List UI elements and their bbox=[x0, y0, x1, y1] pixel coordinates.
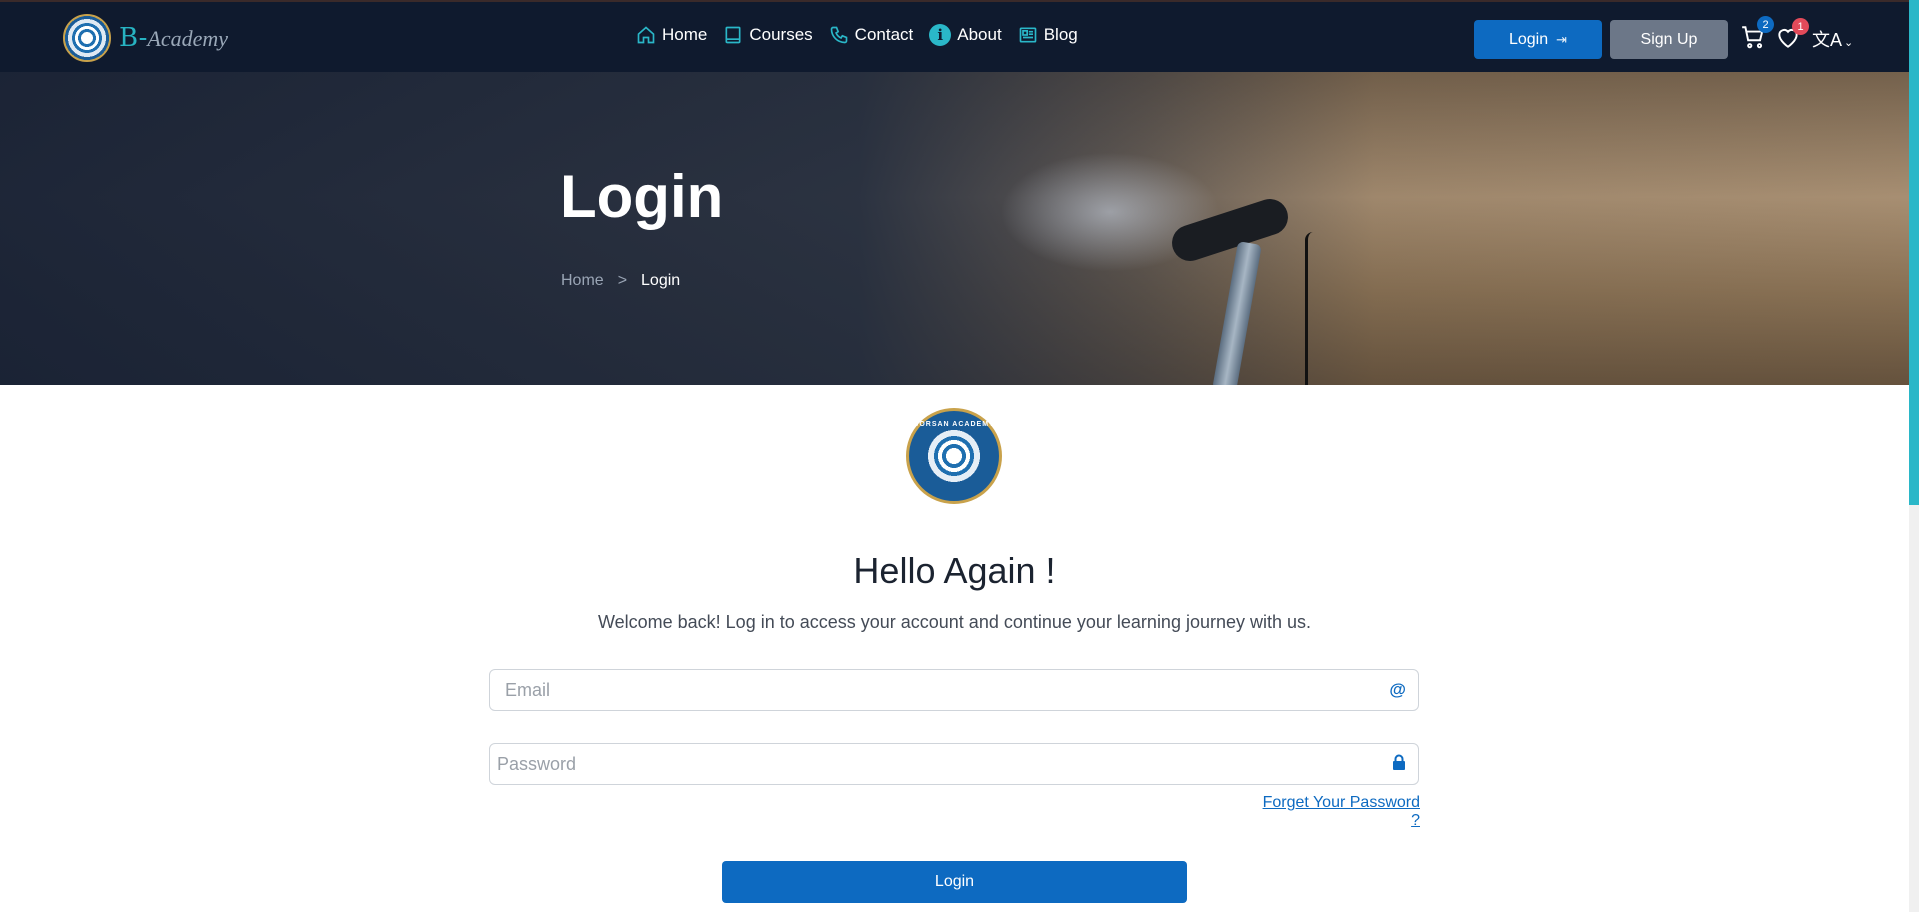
brand-logo[interactable] bbox=[63, 14, 111, 62]
academy-logo-text: BORSAN ACADEMY bbox=[913, 421, 995, 428]
chevron-down-icon: ⌄ bbox=[1844, 37, 1854, 49]
password-input[interactable] bbox=[490, 744, 1418, 784]
nav-label-contact: Contact bbox=[854, 25, 914, 44]
nav-label-about: About bbox=[957, 25, 1002, 44]
breadcrumb: Home > Login bbox=[561, 272, 680, 290]
at-sign-icon: @ bbox=[1389, 680, 1406, 699]
forgot-password-link[interactable]: Forget Your Password ? bbox=[1250, 794, 1420, 830]
brand-name[interactable]: B-Academy bbox=[119, 23, 228, 53]
brand-name-prefix: B- bbox=[119, 23, 148, 53]
newspaper-icon bbox=[1019, 27, 1037, 43]
header-signup-button[interactable]: Sign Up bbox=[1610, 20, 1728, 59]
brand[interactable]: B-Academy bbox=[63, 14, 228, 62]
hero-background-hose bbox=[1305, 232, 1313, 385]
hero-background-pipe bbox=[1212, 241, 1262, 385]
cart-count-badge: 2 bbox=[1757, 16, 1774, 33]
language-switcher[interactable]: 文A ⌄ bbox=[1812, 26, 1853, 52]
top-navbar: B-Academy Home Courses Contact i About B… bbox=[0, 0, 1909, 72]
email-field[interactable]: @ bbox=[489, 669, 1419, 711]
breadcrumb-home-link[interactable]: Home bbox=[561, 272, 604, 290]
book-icon bbox=[725, 26, 741, 44]
main-nav: Home Courses Contact i About Blog bbox=[636, 24, 1094, 46]
nav-item-contact[interactable]: Contact bbox=[829, 25, 914, 45]
brand-name-suffix: Academy bbox=[147, 26, 228, 51]
login-heading: Hello Again ! bbox=[853, 550, 1056, 591]
header-login-button[interactable]: Login ⇥ bbox=[1474, 20, 1602, 59]
wishlist-count-badge: 1 bbox=[1792, 18, 1809, 35]
breadcrumb-current: Login bbox=[641, 272, 681, 289]
page-scrollbar-thumb[interactable] bbox=[1909, 0, 1919, 505]
password-field[interactable] bbox=[489, 743, 1419, 785]
translate-icon: 文A bbox=[1812, 30, 1843, 50]
home-icon bbox=[637, 26, 655, 44]
nav-item-about[interactable]: i About bbox=[929, 24, 1002, 46]
nav-label-blog: Blog bbox=[1043, 25, 1078, 44]
page-title: Login bbox=[560, 163, 724, 230]
login-submit-button[interactable]: Login bbox=[722, 861, 1187, 903]
header-login-label: Login bbox=[1508, 30, 1549, 48]
sign-in-icon: ⇥ bbox=[1556, 31, 1568, 47]
academy-logo: BORSAN ACADEMY bbox=[906, 408, 1002, 504]
header-signup-label: Sign Up bbox=[1640, 30, 1698, 48]
nav-item-courses[interactable]: Courses bbox=[723, 25, 813, 45]
nav-label-home: Home bbox=[662, 25, 708, 44]
nav-item-home[interactable]: Home bbox=[636, 25, 707, 45]
nav-label-courses: Courses bbox=[749, 25, 813, 44]
login-submit-label: Login bbox=[934, 873, 975, 890]
login-subtitle: Welcome back! Log in to access your acco… bbox=[597, 612, 1312, 632]
email-input[interactable] bbox=[490, 670, 1418, 710]
lock-icon bbox=[1392, 754, 1406, 775]
page-hero: Login Home > Login bbox=[0, 72, 1909, 385]
nav-item-blog[interactable]: Blog bbox=[1018, 25, 1078, 45]
info-icon: i bbox=[929, 24, 952, 46]
breadcrumb-separator: > bbox=[617, 272, 628, 289]
phone-icon bbox=[830, 26, 848, 44]
